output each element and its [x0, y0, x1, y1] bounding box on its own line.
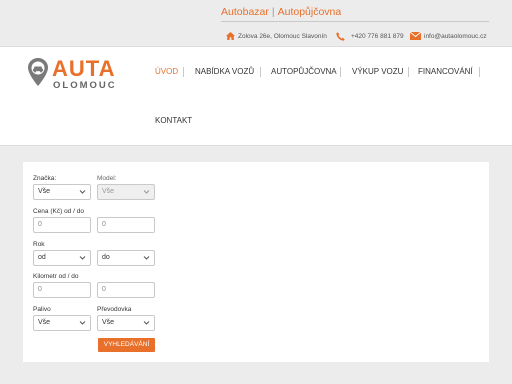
fuel-select-value: Vše [38, 319, 51, 326]
logo-title: AUTA [52, 56, 116, 81]
year-from-select[interactable]: od [33, 250, 91, 266]
model-select: Vše [97, 184, 155, 200]
phone-text[interactable]: +420 776 881 879 [351, 33, 404, 40]
year-from-value: od [38, 254, 46, 261]
nav-financovani[interactable]: FINANCOVÁNÍ [418, 67, 473, 76]
chevron-down-icon [143, 321, 150, 325]
address-contact: Zolova 26e, Olomouc Slavonín [226, 32, 327, 40]
year-to-select[interactable]: do [97, 250, 155, 266]
home-icon [226, 32, 235, 40]
km-label: Kilometr od / do [33, 273, 79, 280]
km-from-input[interactable]: 0 [33, 282, 91, 298]
address-text: Zolova 26e, Olomouc Slavonín [238, 32, 327, 40]
location-pin-icon [28, 58, 48, 86]
brand-select[interactable]: Vše [33, 184, 91, 200]
gearbox-label: Převodovka [97, 306, 132, 313]
nav-divider [340, 67, 341, 77]
mail-icon [410, 32, 421, 40]
price-to-input[interactable]: 0 [97, 217, 155, 233]
price-from-input[interactable]: 0 [33, 217, 91, 233]
search-button[interactable]: VYHLEDÁVÁNÍ [98, 338, 155, 352]
logo-subtitle: OLOMOUC [53, 80, 117, 91]
nav-nabidka-vozu[interactable]: NABÍDKA VOZŮ [195, 67, 254, 76]
gearbox-select-value: Vše [102, 319, 115, 326]
year-label: Rok [33, 241, 45, 248]
top-brand: Autobazar | Autopůjčovna [221, 6, 341, 18]
site-logo[interactable]: AUTA OLOMOUC [28, 57, 118, 97]
km-from-placeholder: 0 [38, 286, 42, 293]
brand-autobazar-link[interactable]: Autobazar [221, 6, 269, 18]
nav-uvod[interactable]: ÚVOD [155, 67, 178, 76]
model-select-value: Vše [102, 188, 115, 195]
chevron-down-icon [143, 256, 150, 260]
nav-divider [183, 67, 184, 77]
email-contact[interactable]: info@autaolomouc.cz [410, 32, 487, 40]
chevron-down-icon [143, 190, 150, 194]
email-text[interactable]: info@autaolomouc.cz [424, 33, 487, 40]
brand-label: Značka: [33, 175, 57, 182]
nav-autopujcovna[interactable]: AUTOPŮJČOVNA [271, 67, 337, 76]
top-bar: Autobazar | Autopůjčovna Zolova 26e, Olomo… [0, 0, 512, 46]
phone-icon [336, 32, 345, 41]
top-divider [221, 21, 489, 22]
fuel-label: Palivo [33, 306, 51, 313]
nav-kontakt[interactable]: KONTAKT [155, 116, 192, 125]
gearbox-select[interactable]: Vše [97, 315, 155, 331]
km-to-input[interactable]: 0 [97, 282, 155, 298]
phone-contact[interactable]: +420 776 881 879 [336, 32, 404, 41]
site-header: AUTA OLOMOUC ÚVOD NABÍDKA VOZŮ AUTOPŮJČO… [0, 46, 512, 146]
brand-autopujcovna-link[interactable]: Autopůjčovna [278, 6, 342, 18]
search-panel: Značka: Vše Model: Vše Cena (Kč) od / do… [23, 162, 489, 362]
nav-divider [479, 67, 480, 77]
nav-divider [260, 67, 261, 77]
chevron-down-icon [79, 190, 86, 194]
model-label: Model: [97, 175, 117, 182]
km-to-placeholder: 0 [102, 286, 106, 293]
year-to-value: do [102, 254, 110, 261]
price-from-placeholder: 0 [38, 221, 42, 228]
nav-divider [408, 67, 409, 77]
price-to-placeholder: 0 [102, 221, 106, 228]
nav-vykup-vozu[interactable]: VÝKUP VOZU [352, 67, 403, 76]
fuel-select[interactable]: Vše [33, 315, 91, 331]
chevron-down-icon [79, 321, 86, 325]
brand-select-value: Vše [38, 188, 51, 195]
chevron-down-icon [79, 256, 86, 260]
price-label: Cena (Kč) od / do [33, 208, 84, 215]
brand-separator: | [271, 6, 275, 18]
